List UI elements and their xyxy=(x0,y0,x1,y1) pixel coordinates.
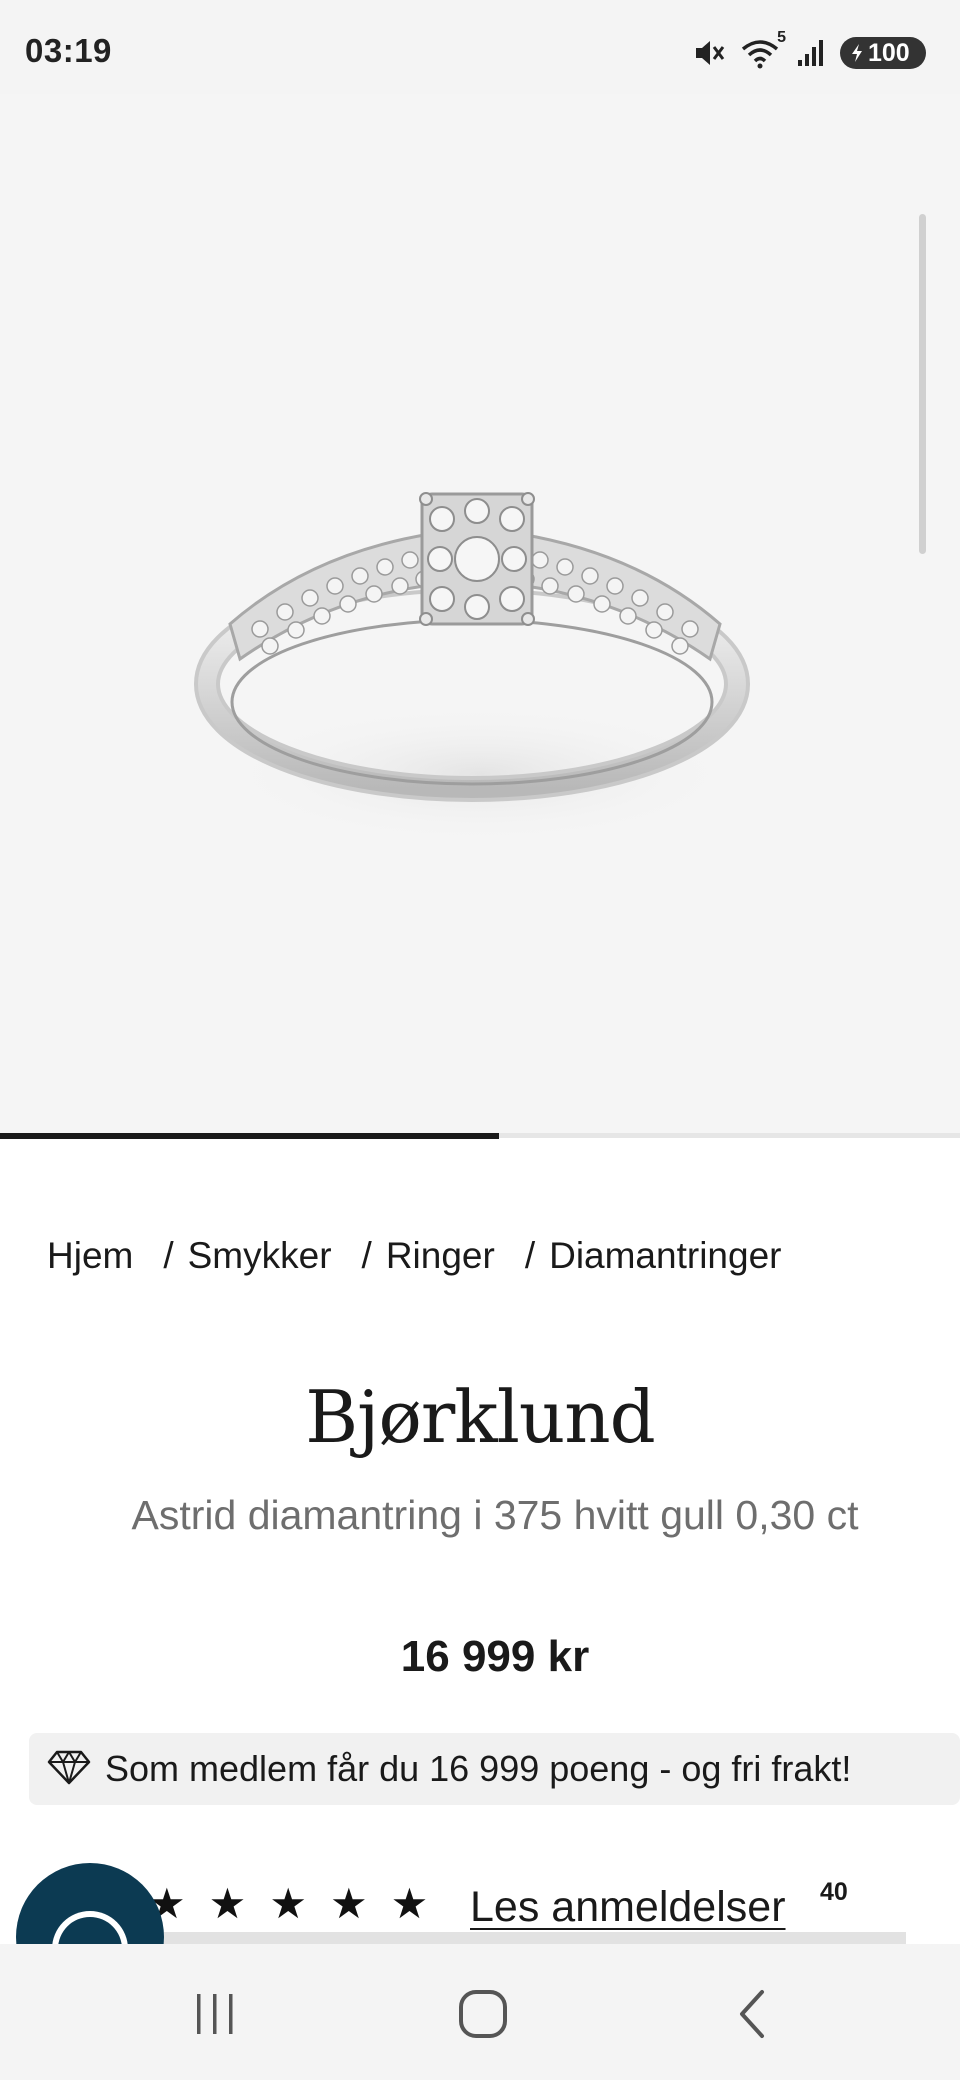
mute-icon xyxy=(692,37,726,69)
rating-stars[interactable]: ★ ★ ★ ★ ★ xyxy=(148,1883,428,1925)
status-bar: 03:19 5 100 xyxy=(0,0,960,94)
brand-name[interactable]: Bjørklund xyxy=(0,1375,960,1459)
breadcrumb: Hjem / Smykker / Ringer / Diamantringer xyxy=(47,1235,781,1277)
wifi-badge: 5 xyxy=(777,29,786,46)
member-benefit-text: Som medlem får du 16 999 poeng - og fri … xyxy=(105,1748,852,1789)
breadcrumb-item-ringer[interactable]: Ringer xyxy=(386,1235,495,1277)
breadcrumb-separator: / xyxy=(524,1235,536,1276)
wifi-icon: 5 xyxy=(740,29,786,69)
battery-level: 100 xyxy=(868,38,910,67)
carousel-progress-indicator xyxy=(0,1133,500,1139)
charging-icon xyxy=(850,44,864,62)
read-reviews-link[interactable]: Les anmeldelser xyxy=(470,1883,786,1932)
ring-image xyxy=(194,492,750,844)
battery-indicator: 100 xyxy=(840,37,926,69)
recent-apps-button[interactable] xyxy=(175,1984,255,2044)
breadcrumb-item-hjem[interactable]: Hjem xyxy=(47,1235,133,1277)
navigation-bar xyxy=(0,1944,960,2080)
back-button[interactable] xyxy=(712,1984,792,2044)
signal-icon xyxy=(796,38,826,68)
star-icon: ★ xyxy=(208,1880,247,1927)
diamond-icon xyxy=(47,1749,91,1790)
product-price: 16 999 kr xyxy=(400,1632,590,1681)
recent-apps-icon xyxy=(197,1994,233,2034)
status-icons: 5 100 xyxy=(692,29,926,70)
breadcrumb-separator: / xyxy=(163,1235,174,1276)
product-title: Astrid diamantring i 375 hvitt gull 0,30… xyxy=(131,1492,859,1538)
home-icon xyxy=(459,1990,507,2038)
star-icon: ★ xyxy=(390,1880,429,1927)
member-benefit-banner: Som medlem får du 16 999 poeng - og fri … xyxy=(29,1733,960,1805)
home-button[interactable] xyxy=(443,1984,523,2044)
status-time: 03:19 xyxy=(25,32,112,69)
star-icon: ★ xyxy=(329,1880,368,1927)
scroll-edge-strip xyxy=(100,1932,906,1944)
back-icon xyxy=(740,1990,764,2038)
review-count: 40 xyxy=(820,1878,848,1906)
image-scrollbar[interactable] xyxy=(919,214,926,554)
star-icon: ★ xyxy=(269,1880,307,1927)
breadcrumb-item-smykker[interactable]: Smykker xyxy=(188,1235,332,1277)
breadcrumb-separator: / xyxy=(361,1235,372,1276)
product-image-carousel[interactable] xyxy=(0,94,960,1136)
breadcrumb-item-diamantringer[interactable]: Diamantringer xyxy=(549,1235,781,1277)
